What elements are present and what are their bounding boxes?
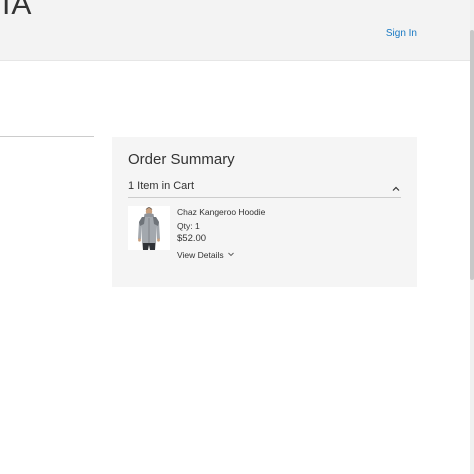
store-logo[interactable]: IA — [2, 0, 32, 22]
cart-item: Chaz Kangeroo Hoodie Qty: 1 $52.00 View … — [128, 206, 401, 266]
product-price: $52.00 — [177, 233, 207, 244]
checkout-page: IA Sign In Order Summary 1 Item in Cart — [0, 0, 474, 474]
product-name: Chaz Kangeroo Hoodie — [177, 207, 266, 217]
product-quantity: Qty: 1 — [177, 221, 200, 231]
scrollbar-thumb[interactable] — [470, 30, 474, 280]
chevron-down-icon — [227, 250, 235, 260]
quantity-label: Qty: — [177, 221, 193, 231]
cart-item-count: 1 Item in Cart — [128, 180, 195, 192]
view-details-label: View Details — [177, 250, 224, 260]
hoodie-product-image — [128, 206, 170, 250]
quantity-value: 1 — [194, 221, 200, 231]
page-header: IA Sign In — [0, 0, 470, 61]
scrollbar[interactable] — [470, 0, 474, 474]
sign-in-link[interactable]: Sign In — [386, 28, 417, 39]
cart-items-toggle[interactable]: 1 Item in Cart — [128, 177, 401, 198]
chevron-up-icon[interactable] — [391, 181, 401, 191]
order-summary-title: Order Summary — [128, 151, 235, 168]
shipping-section-divider — [0, 136, 94, 137]
view-details-toggle[interactable]: View Details — [177, 250, 235, 260]
order-summary-panel: Order Summary 1 Item in Cart Chaz Kanger… — [112, 137, 417, 287]
